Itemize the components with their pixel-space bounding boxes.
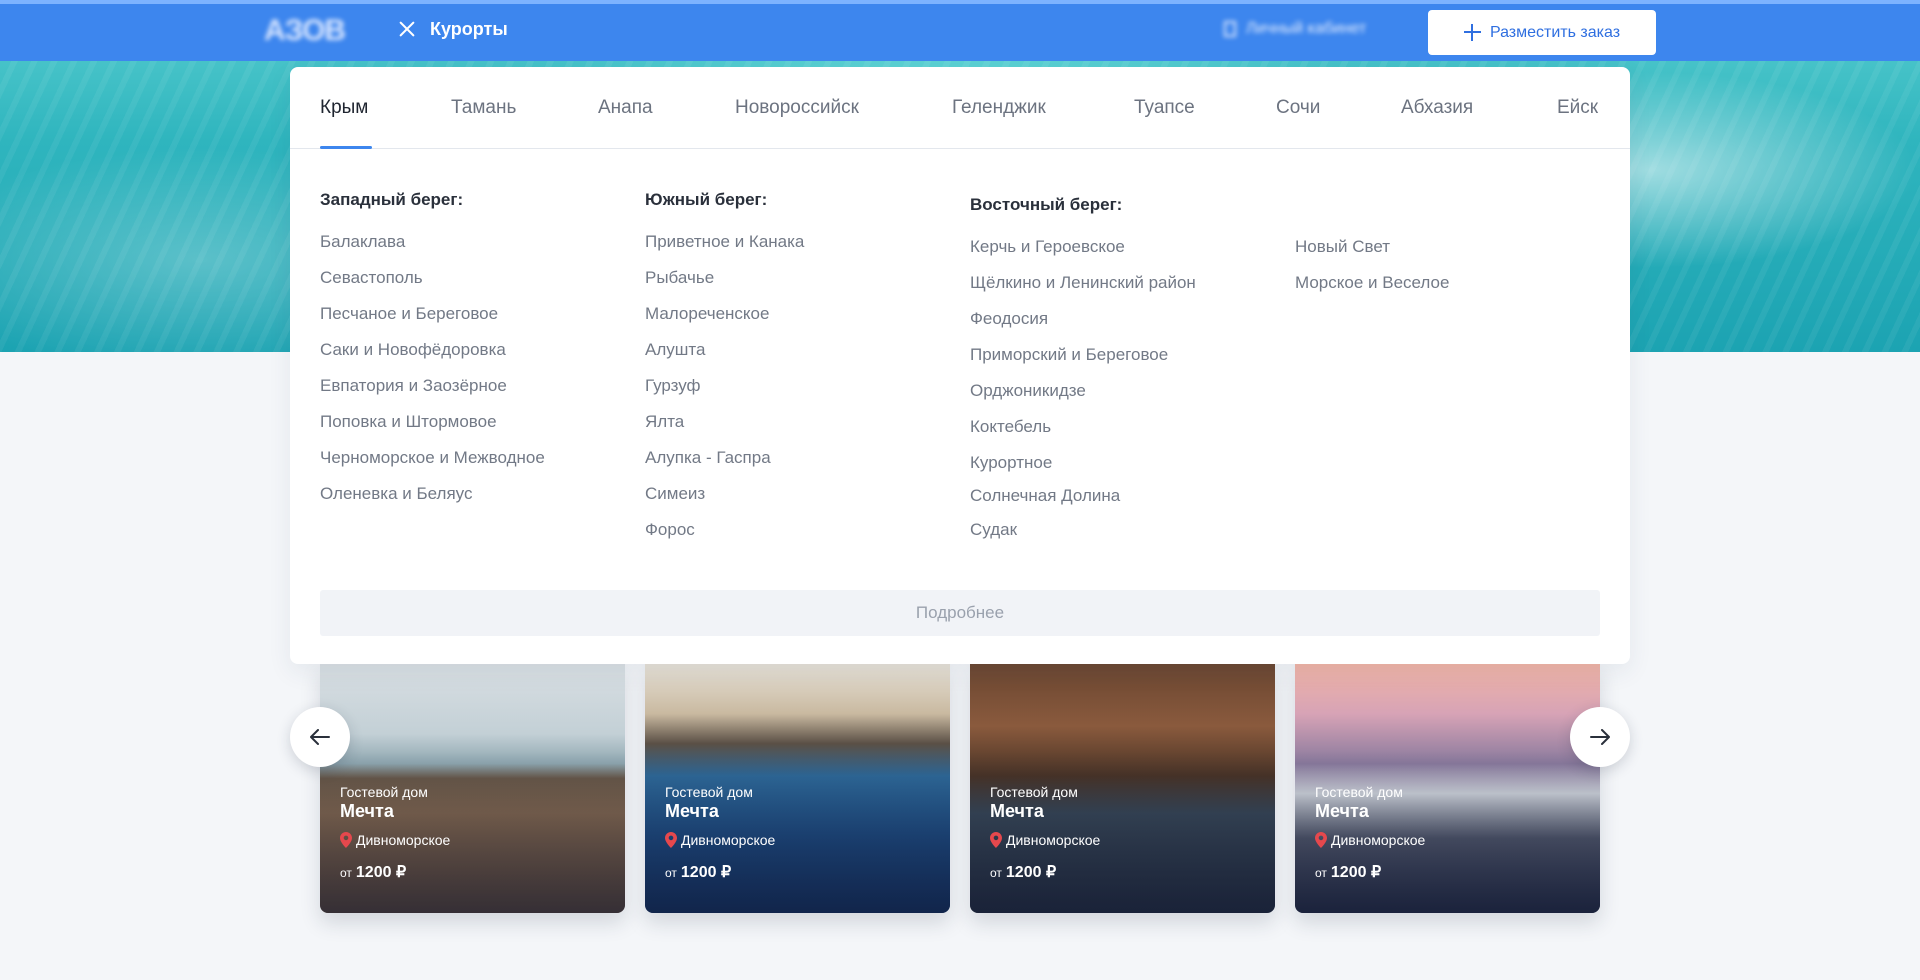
- resort-link[interactable]: Евпатория и Заозёрное: [320, 376, 545, 412]
- resort-link[interactable]: Малореченское: [645, 304, 804, 340]
- resort-link[interactable]: Солнечная Долина: [970, 486, 1196, 520]
- card-title: Мечта: [990, 801, 1044, 821]
- resort-link[interactable]: Алупка - Гаспра: [645, 448, 804, 484]
- resort-link[interactable]: Приветное и Канака: [645, 232, 804, 268]
- resort-link[interactable]: Симеиз: [645, 484, 804, 520]
- card-location: Дивноморское: [356, 832, 451, 848]
- column-heading: Западный берег:: [320, 190, 464, 209]
- resort-link[interactable]: Морское и Веселое: [1295, 273, 1449, 309]
- active-tab-indicator: [320, 146, 372, 149]
- plus-icon: [1463, 24, 1481, 41]
- resort-link[interactable]: Орджоникидзе: [970, 381, 1196, 417]
- resort-link[interactable]: Рыбачье: [645, 268, 804, 304]
- column-south-coast: Южный берег: Приветное и Канака Рыбачье …: [645, 190, 804, 556]
- card-type: Гостевой дом: [990, 784, 1078, 800]
- card-type: Гостевой дом: [1315, 784, 1403, 800]
- card-type: Гостевой дом: [340, 784, 428, 800]
- tab-abkhazia[interactable]: Абхазия: [1401, 97, 1473, 119]
- resort-link[interactable]: Форос: [645, 520, 804, 556]
- resort-link[interactable]: Алушта: [645, 340, 804, 376]
- personal-cabinet-link[interactable]: Личный кабинет: [1224, 20, 1366, 38]
- column-heading: Южный берег:: [645, 190, 768, 209]
- resort-link[interactable]: Балаклава: [320, 232, 545, 268]
- location-pin-icon: [1315, 832, 1327, 848]
- arrow-right-icon: [1590, 729, 1610, 745]
- resort-link[interactable]: Керчь и Героевское: [970, 237, 1196, 273]
- tab-tuapse[interactable]: Туапсе: [1134, 97, 1195, 119]
- card-price: 1200 ₽: [355, 864, 407, 881]
- card-title: Мечта: [340, 801, 394, 821]
- column-west-coast: Западный берег: Балаклава Севастополь Пе…: [320, 190, 545, 520]
- card-price: 1200 ₽: [1005, 864, 1057, 881]
- tab-anapa[interactable]: Анапа: [598, 97, 653, 119]
- tab-novorossiysk[interactable]: Новороссийск: [735, 97, 859, 119]
- price-prefix: от: [1315, 866, 1327, 880]
- price-prefix: от: [340, 866, 352, 880]
- resort-link[interactable]: Приморский и Береговое: [970, 345, 1196, 381]
- price-prefix: от: [990, 866, 1002, 880]
- resorts-menu-label: Курорты: [430, 18, 508, 39]
- listing-card[interactable]: Гостевой дом Мечта Дивноморское от 1200 ₽: [970, 664, 1275, 913]
- location-pin-icon: [990, 832, 1002, 848]
- resort-link[interactable]: Гурзуф: [645, 376, 804, 412]
- card-price: 1200 ₽: [680, 864, 732, 881]
- resort-link[interactable]: Черноморское и Межводное: [320, 448, 545, 484]
- location-pin-icon: [665, 832, 677, 848]
- column-east-coast-continued: Новый Свет Морское и Веселое: [1295, 237, 1449, 309]
- card-location: Дивноморское: [681, 832, 776, 848]
- top-bar: АЗОВ Курорты Личный кабинет Разместить з…: [0, 0, 1920, 61]
- listing-card[interactable]: Гостевой дом Мечта Дивноморское от 1200 ₽: [1295, 664, 1600, 913]
- column-heading: Восточный берег:: [970, 195, 1123, 214]
- resort-link[interactable]: Новый Свет: [1295, 237, 1449, 273]
- more-button[interactable]: Подробнее: [320, 590, 1600, 636]
- location-pin-icon: [340, 832, 352, 848]
- resort-link[interactable]: Щёлкино и Ленинский район: [970, 273, 1196, 309]
- place-order-label: Разместить заказ: [1489, 23, 1621, 41]
- resorts-dropdown-panel: Крым Тамань Анапа Новороссийск Геленджик…: [290, 67, 1630, 664]
- listing-card[interactable]: Гостевой дом Мечта Дивноморское от 1200 ₽: [320, 664, 625, 913]
- personal-cabinet-label: Личный кабинет: [1246, 20, 1367, 37]
- resort-link[interactable]: Саки и Новофёдоровка: [320, 340, 545, 376]
- card-location: Дивноморское: [1006, 832, 1101, 848]
- resort-link[interactable]: Судак: [970, 520, 1196, 556]
- more-button-label: Подробнее: [915, 603, 1005, 622]
- tab-eysk[interactable]: Ейск: [1557, 97, 1598, 119]
- resort-link[interactable]: Ялта: [645, 412, 804, 448]
- tab-gelendzhik[interactable]: Геленджик: [952, 97, 1046, 119]
- place-order-button[interactable]: Разместить заказ: [1428, 10, 1656, 55]
- card-price: 1200 ₽: [1330, 864, 1382, 881]
- carousel-next-button[interactable]: [1570, 707, 1630, 767]
- site-logo[interactable]: АЗОВ: [264, 14, 358, 48]
- card-location: Дивноморское: [1331, 832, 1426, 848]
- resort-link[interactable]: Оленевка и Беляус: [320, 484, 545, 520]
- card-type: Гостевой дом: [665, 784, 753, 800]
- resort-link[interactable]: Поповка и Штормовое: [320, 412, 545, 448]
- resort-link[interactable]: Феодосия: [970, 309, 1196, 345]
- tab-sochi[interactable]: Сочи: [1276, 97, 1320, 119]
- resort-link[interactable]: Курортное: [970, 453, 1196, 486]
- price-prefix: от: [665, 866, 677, 880]
- close-resorts-menu-button[interactable]: Курорты: [396, 18, 508, 40]
- resort-link[interactable]: Севастополь: [320, 268, 545, 304]
- arrow-left-icon: [310, 729, 330, 745]
- tab-krym[interactable]: Крым: [320, 97, 368, 119]
- card-title: Мечта: [665, 801, 719, 821]
- user-icon: [1224, 21, 1236, 37]
- region-tabs: Крым Тамань Анапа Новороссийск Геленджик…: [290, 67, 1630, 149]
- card-title: Мечта: [1315, 801, 1369, 821]
- tab-taman[interactable]: Тамань: [451, 97, 516, 119]
- close-icon: [396, 18, 418, 40]
- column-east-coast: Восточный берег: Керчь и Героевское Щёлк…: [970, 195, 1196, 556]
- top-bar-stripe: [0, 0, 1920, 4]
- listing-card[interactable]: Гостевой дом Мечта Дивноморское от 1200 ₽: [645, 664, 950, 913]
- resort-link[interactable]: Коктебель: [970, 417, 1196, 453]
- resort-link[interactable]: Песчаное и Береговое: [320, 304, 545, 340]
- carousel-prev-button[interactable]: [290, 707, 350, 767]
